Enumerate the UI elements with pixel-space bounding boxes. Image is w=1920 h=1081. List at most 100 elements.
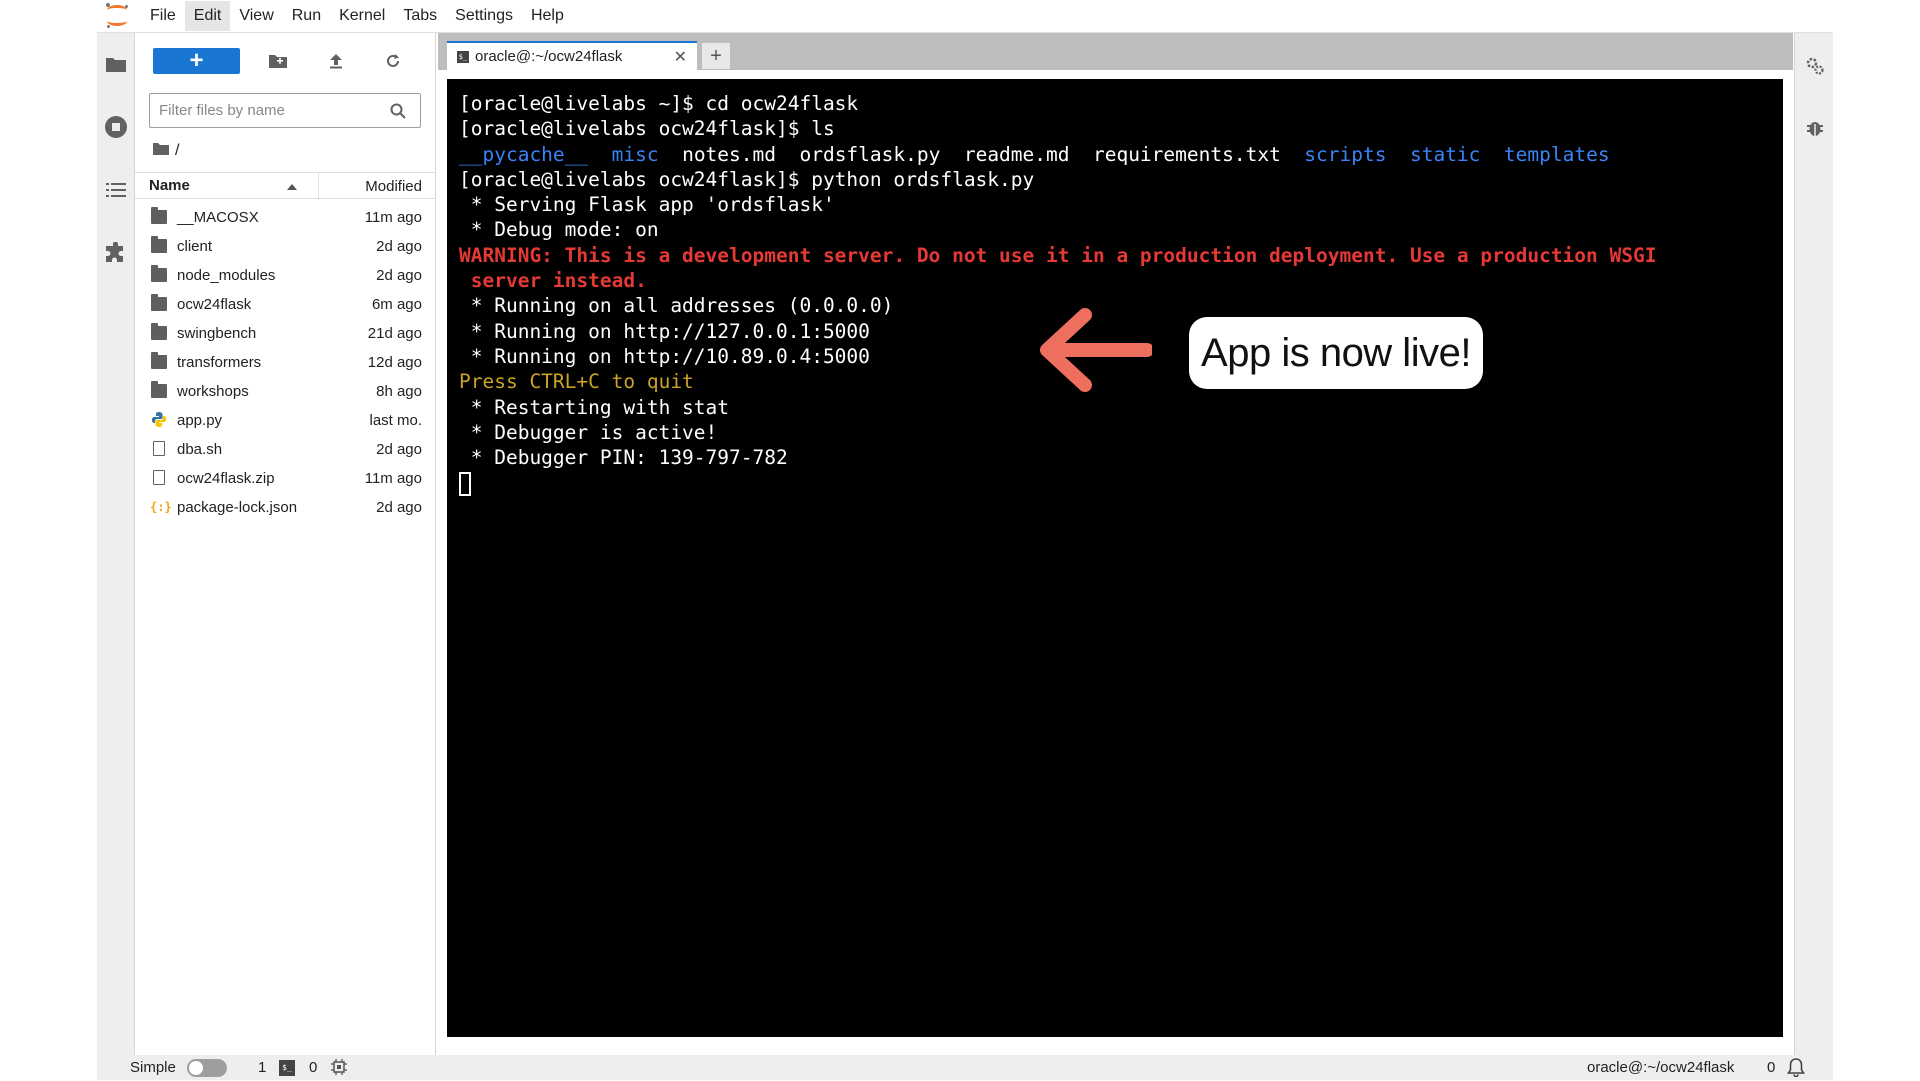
terminal[interactable]: [oracle@livelabs ~]$ cd ocw24flask [oracl… (447, 79, 1783, 1037)
file-row[interactable]: swingbench 21d ago (135, 319, 436, 348)
file-name: dba.sh (177, 441, 223, 458)
file-name: __MACOSX (177, 209, 259, 226)
file-browser-panel: + / Name Modi (135, 33, 436, 1055)
folder-icon (151, 294, 167, 311)
home-folder-icon[interactable] (153, 142, 169, 160)
menu-file[interactable]: File (141, 1, 185, 31)
terminal-text: notes.md ordsflask.py readme.md requirem… (658, 142, 1305, 166)
folder-icon (151, 236, 167, 253)
column-divider[interactable] (318, 173, 319, 200)
file-modified: 6m ago (371, 296, 422, 313)
filter-files-field[interactable] (149, 93, 421, 128)
new-launcher-button[interactable]: + (153, 48, 240, 74)
file-row[interactable]: app.py last mo. (135, 406, 436, 435)
file-icon (153, 441, 165, 456)
upload-icon[interactable] (325, 50, 347, 72)
file-modified: 2d ago (376, 267, 422, 284)
new-folder-icon[interactable] (267, 50, 289, 72)
file-name: app.py (177, 412, 223, 429)
property-inspector-icon[interactable] (1804, 55, 1826, 77)
current-path: oracle@:~/ocw24flask (1587, 1059, 1735, 1076)
file-modified: 8h ago (376, 383, 422, 400)
file-name: package-lock.json (177, 499, 298, 516)
file-modified: 11m ago (364, 470, 422, 487)
file-row[interactable]: workshops 8h ago (135, 377, 436, 406)
menu-run[interactable]: Run (283, 1, 330, 31)
terminal-line: * Debugger is active! (459, 420, 718, 444)
kernels-count[interactable]: 0 (309, 1059, 317, 1076)
folder-icon (151, 323, 167, 340)
terminal-line: server instead. (459, 269, 647, 293)
file-modified: last mo. (369, 412, 422, 429)
file-name: ocw24flask.zip (177, 470, 275, 487)
column-name-header[interactable]: Name (149, 177, 190, 194)
terminal-line: [oracle@livelabs ~]$ cd ocw24flask (459, 92, 859, 115)
file-row[interactable]: node_modules 2d ago (135, 261, 436, 290)
add-tab-button[interactable]: + (702, 43, 730, 69)
search-icon (390, 103, 406, 124)
arrow-annotation-icon (1040, 308, 1152, 392)
file-name: node_modules (177, 267, 276, 284)
debugger-bug-icon[interactable] (1804, 117, 1826, 139)
terminal-icon[interactable]: $_ (279, 1060, 295, 1076)
file-modified: 2d ago (376, 499, 422, 516)
file-modified: 2d ago (376, 238, 422, 255)
menu-settings[interactable]: Settings (446, 1, 522, 31)
menubar: File Edit View Run Kernel Tabs Settings … (97, 0, 1833, 33)
terminal-panel: [oracle@livelabs ~]$ cd ocw24flask [oracl… (438, 70, 1793, 1055)
menu-edit[interactable]: Edit (184, 1, 231, 31)
sort-ascending-icon[interactable] (287, 184, 297, 190)
bell-icon[interactable] (1787, 1058, 1805, 1081)
file-row[interactable]: {:} package-lock.json 2d ago (135, 493, 436, 522)
file-browser-toolbar: + (135, 48, 436, 80)
breadcrumb-root[interactable]: / (175, 142, 179, 160)
extension-manager-icon[interactable] (104, 241, 128, 265)
refresh-icon[interactable] (382, 50, 404, 72)
table-of-contents-icon[interactable] (104, 178, 128, 202)
python-file-icon (152, 412, 166, 427)
folder-icon (151, 381, 167, 398)
filter-files-input[interactable] (159, 94, 389, 127)
tab-label: oracle@:~/ocw24flask (475, 48, 623, 65)
tab-terminal[interactable]: $_ oracle@:~/ocw24flask ✕ (447, 41, 697, 70)
file-name: client (177, 238, 213, 255)
main-dock-area: $_ oracle@:~/ocw24flask ✕ + [oracle@live… (438, 33, 1793, 1055)
terminal-line: WARNING: This is a development server. D… (459, 243, 1657, 267)
column-modified-header[interactable]: Modified (365, 178, 422, 195)
file-row[interactable]: transformers 12d ago (135, 348, 436, 377)
terminals-count[interactable]: 1 (258, 1059, 266, 1076)
file-row[interactable]: ocw24flask 6m ago (135, 290, 436, 319)
terminal-line: * Debugger PIN: 139-797-782 (459, 446, 788, 470)
menu-help[interactable]: Help (522, 1, 573, 31)
file-name: transformers (177, 354, 262, 371)
terminal-output: [oracle@livelabs ~]$ cd ocw24flask [oracl… (459, 91, 1656, 496)
simple-mode-label: Simple (130, 1059, 176, 1076)
running-sessions-icon[interactable] (104, 115, 128, 139)
file-name: ocw24flask (177, 296, 252, 313)
menu-view[interactable]: View (230, 1, 282, 31)
left-activity-bar (97, 33, 135, 1055)
callout-bubble: App is now live! (1189, 317, 1483, 389)
file-modified: 11m ago (364, 209, 422, 226)
folder-icon[interactable] (104, 52, 128, 76)
menu-kernel[interactable]: Kernel (330, 1, 394, 31)
menu-tabs[interactable]: Tabs (394, 1, 446, 31)
directory-name: templates (1503, 142, 1610, 166)
close-icon[interactable]: ✕ (674, 47, 687, 67)
notifications-count[interactable]: 0 (1767, 1059, 1775, 1076)
right-activity-bar (1794, 33, 1833, 1055)
file-row[interactable]: client 2d ago (135, 232, 436, 261)
file-row[interactable]: __MACOSX 11m ago (135, 203, 436, 232)
kernel-chip-icon[interactable] (331, 1059, 347, 1079)
file-row[interactable]: dba.sh 2d ago (135, 435, 436, 464)
jupyterlab-window: File Edit View Run Kernel Tabs Settings … (97, 0, 1833, 1080)
terminal-line: [oracle@livelabs ocw24flask]$ python ord… (459, 167, 1035, 191)
simple-mode-toggle[interactable] (187, 1059, 227, 1077)
file-row[interactable]: ocw24flask.zip 11m ago (135, 464, 436, 493)
directory-name: __pycache__ (459, 142, 589, 166)
file-icon (153, 470, 165, 485)
terminal-cursor-line (459, 470, 1656, 496)
